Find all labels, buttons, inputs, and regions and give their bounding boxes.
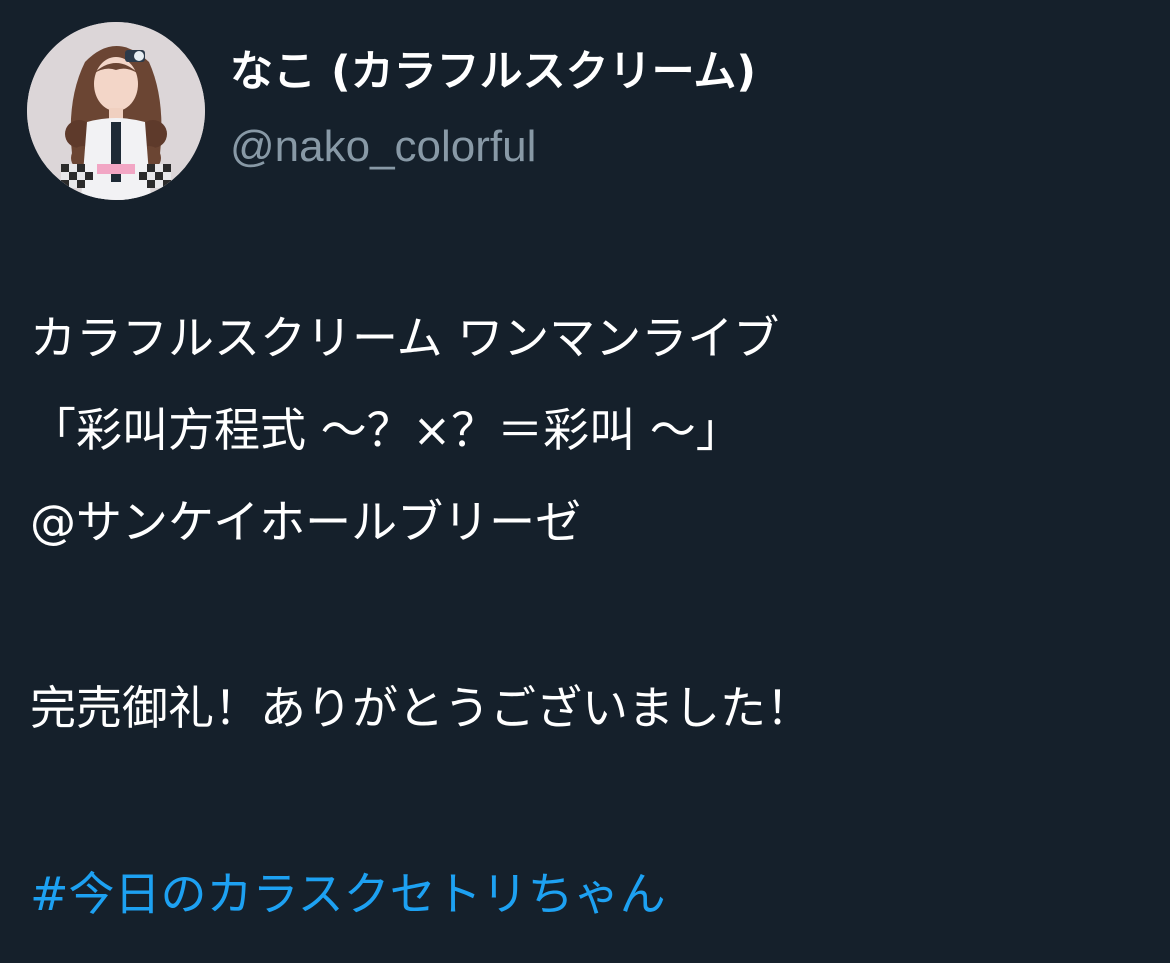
avatar[interactable] — [27, 22, 205, 200]
author-handle[interactable]: @nako_colorful — [230, 118, 536, 176]
tweet-text-line: 「彩叫方程式 〜？×？＝彩叫 〜」 — [30, 403, 742, 457]
tweet: なこ (カラフルスクリーム) @nako_colorful カラフルスクリーム … — [0, 0, 1170, 963]
profile-photo-icon — [27, 22, 205, 200]
author-display-name[interactable]: なこ (カラフルスクリーム) — [230, 44, 756, 100]
tweet-text-line: 完売御礼！ありがとうございました！ — [30, 681, 812, 735]
tweet-text-line: @サンケイホールブリーゼ — [30, 495, 582, 549]
tweet-text-line: カラフルスクリーム ワンマンライブ — [30, 311, 780, 365]
hashtag-link[interactable]: #今日のカラスクセトリちゃん — [30, 864, 666, 924]
